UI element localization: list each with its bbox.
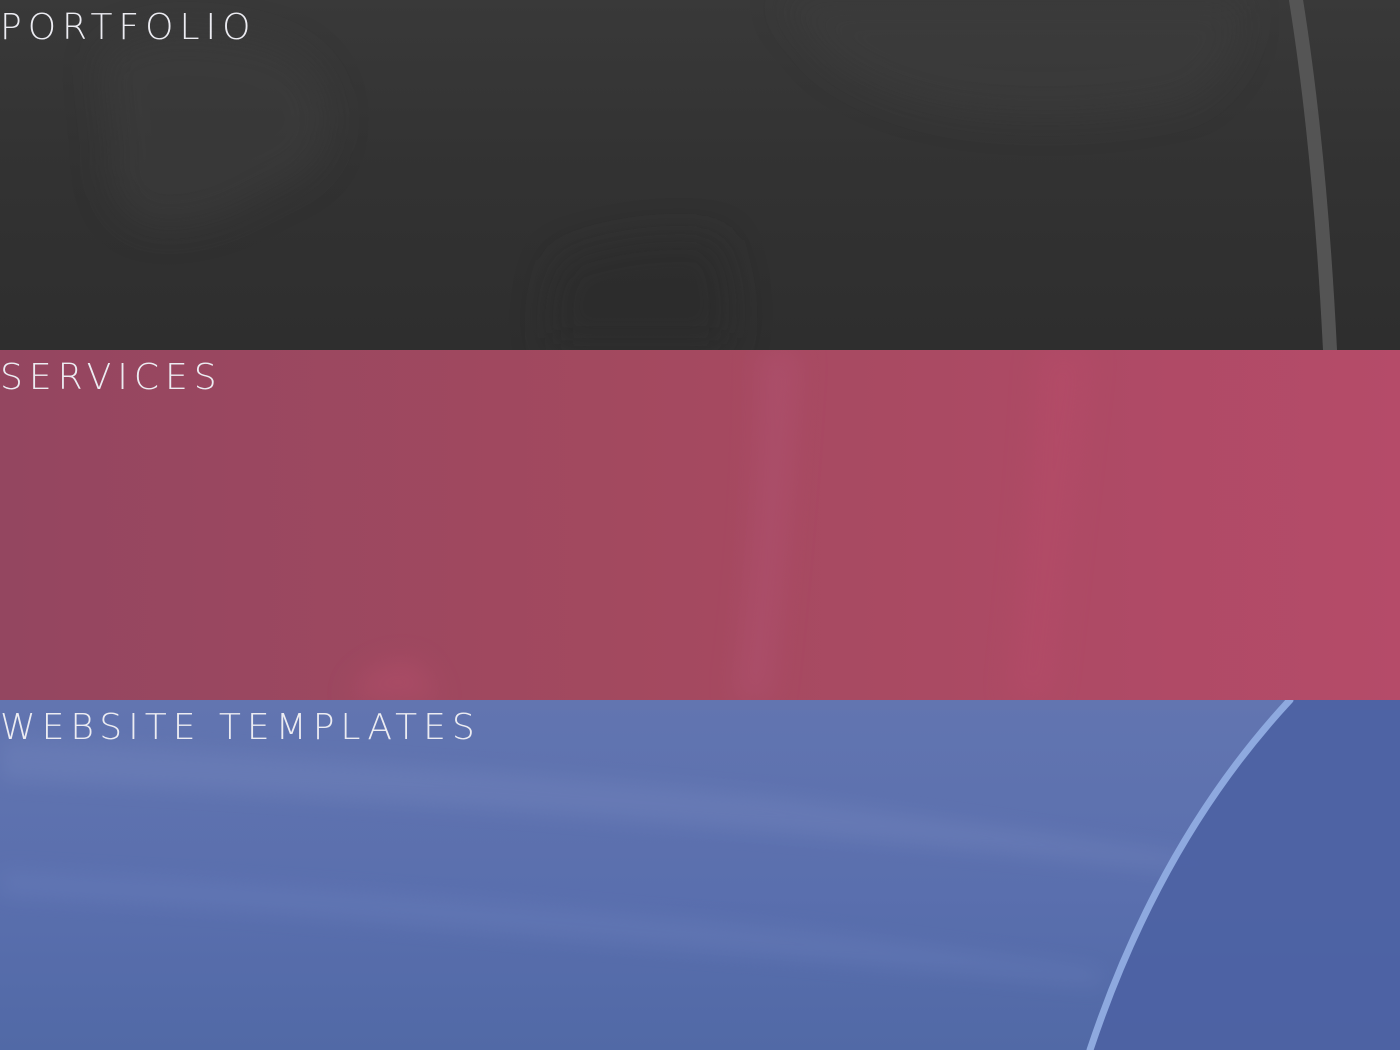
navigation-panels: PORTFOLIO SERVICES WEBSITE TEMPLATES [0,0,1400,1050]
website-templates-background-image [0,700,1400,1050]
portfolio-label: PORTFOLIO [0,7,257,48]
website-templates-label: WEBSITE TEMPLATES [0,707,481,748]
services-background-image [350,350,1090,700]
portfolio-background-image [100,0,1337,350]
services-panel[interactable]: SERVICES [0,350,1400,700]
portfolio-panel[interactable]: PORTFOLIO [0,0,1400,350]
website-templates-panel[interactable]: WEBSITE TEMPLATES [0,700,1400,1050]
services-label: SERVICES [0,357,223,398]
